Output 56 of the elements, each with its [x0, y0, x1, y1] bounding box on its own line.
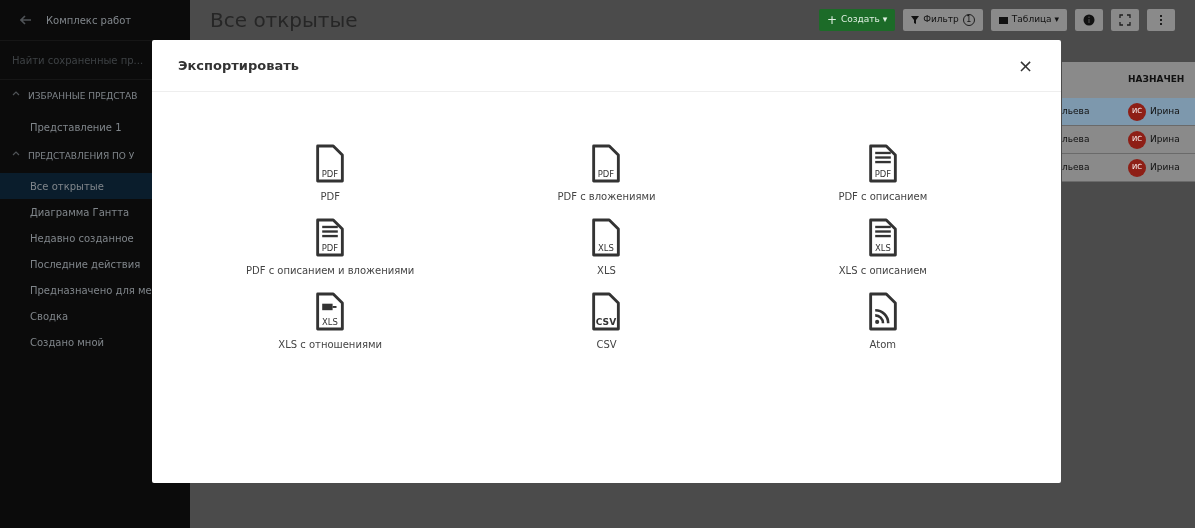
format-code: CSV [596, 317, 617, 328]
export-option[interactable]: XLS XLS с отношениями [192, 292, 469, 352]
table-icon [998, 16, 1008, 24]
format-code: XLS [322, 317, 339, 328]
format-code: PDF [321, 169, 339, 180]
info-icon[interactable] [1075, 9, 1103, 31]
document-icon [869, 218, 897, 257]
view-button[interactable]: Таблица ▾ [990, 9, 1067, 31]
document-icon [869, 292, 897, 331]
format-code: PDF [321, 243, 339, 254]
format-label: XLS с отношениями [278, 338, 382, 352]
export-option[interactable]: PDF PDF с описанием и вложениями [192, 218, 469, 278]
export-option[interactable]: CSV CSV [468, 292, 745, 352]
export-option[interactable]: PDF PDF с вложениями [468, 144, 745, 204]
format-code: XLS [874, 243, 891, 254]
format-label: PDF с вложениями [557, 190, 656, 204]
dialog-title: Экспортировать [178, 56, 299, 75]
more-icon[interactable] [1147, 9, 1175, 31]
document-icon [316, 144, 344, 183]
format-code: PDF [598, 169, 615, 180]
format-code: PDF [874, 169, 892, 180]
assignee-name: Ирина [1150, 132, 1180, 146]
filter-button[interactable]: Фильтр 1 [903, 9, 983, 31]
table-cell: льева [1062, 105, 1090, 116]
format-label: CSV [596, 338, 617, 352]
document-icon [316, 292, 344, 331]
document-icon [316, 218, 344, 257]
export-option[interactable]: PDF PDF [192, 144, 469, 204]
create-button[interactable]: + Создать ▾ [818, 9, 896, 31]
document-icon [592, 292, 621, 331]
format-label: PDF с описанием [838, 190, 928, 204]
format-label: PDF [320, 190, 340, 204]
format-label: XLS с описанием [838, 264, 927, 278]
table-cell: льева [1062, 161, 1090, 172]
document-icon [592, 144, 621, 183]
column-header: НАЗНАЧЕН [1128, 73, 1185, 87]
section-heading: ИЗБРАННЫЕ ПРЕДСТАВ [28, 90, 138, 103]
export-option[interactable]: XLS XLS [468, 218, 745, 278]
funnel-icon [911, 16, 920, 24]
fullscreen-icon[interactable] [1111, 9, 1139, 31]
section-heading: ПРЕДСТАВЛЕНИЯ ПО У [28, 149, 135, 163]
document-icon [592, 218, 621, 257]
close-button[interactable]: × [1013, 56, 1037, 75]
export-option[interactable]: PDF PDF с описанием [744, 144, 1021, 204]
document-icon [869, 144, 897, 183]
export-option[interactable]: Atom [744, 292, 1021, 352]
format-code: XLS [598, 243, 615, 254]
assignee-name: Ирина [1150, 104, 1180, 118]
table-cell: льева [1062, 133, 1090, 144]
format-label: XLS [597, 264, 616, 278]
format-label: PDF с описанием и вложениями [245, 264, 415, 278]
sidebar-title: Комплекс работ [46, 13, 132, 28]
export-option[interactable]: XLS XLS с описанием [744, 218, 1021, 278]
back-arrow-icon[interactable] [20, 15, 32, 25]
format-label: Atom [869, 338, 897, 352]
assignee-name: Ирина [1150, 160, 1180, 174]
